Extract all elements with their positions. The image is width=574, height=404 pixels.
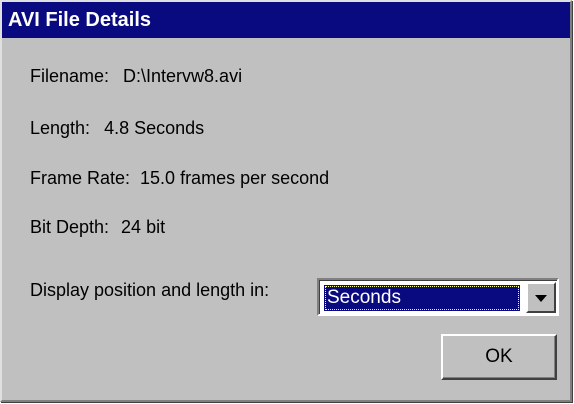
dropdown-field: Seconds bbox=[319, 280, 557, 314]
dropdown-button[interactable] bbox=[526, 282, 556, 313]
length-row: Length: 4.8 Seconds bbox=[2, 118, 204, 139]
chevron-down-icon bbox=[535, 295, 547, 302]
avi-file-details-dialog: AVI File Details Filename: D:\Intervw8.av… bbox=[0, 0, 572, 402]
bit-depth-row: Bit Depth: 24 bit bbox=[2, 217, 165, 238]
frame-rate-value: 15.0 frames per second bbox=[140, 168, 330, 188]
length-value: 4.8 Seconds bbox=[104, 118, 205, 138]
window-title: AVI File Details bbox=[8, 9, 152, 31]
frame-rate-label: Frame Rate: bbox=[30, 168, 131, 188]
filename-row: Filename: D:\Intervw8.avi bbox=[2, 66, 242, 87]
display-units-dropdown[interactable]: Seconds bbox=[317, 278, 559, 316]
filename-value: D:\Intervw8.avi bbox=[123, 66, 243, 86]
frame-rate-row: Frame Rate: 15.0 frames per second bbox=[2, 168, 329, 189]
bit-depth-value: 24 bit bbox=[121, 217, 166, 237]
dropdown-selected-value[interactable]: Seconds bbox=[324, 285, 520, 311]
length-label: Length: bbox=[30, 118, 91, 138]
ok-button[interactable]: OK bbox=[441, 334, 557, 380]
filename-label: Filename: bbox=[30, 66, 110, 86]
display-units-label: Display position and length in: bbox=[30, 280, 270, 300]
bit-depth-label: Bit Depth: bbox=[30, 217, 110, 237]
title-bar: AVI File Details bbox=[2, 2, 570, 38]
